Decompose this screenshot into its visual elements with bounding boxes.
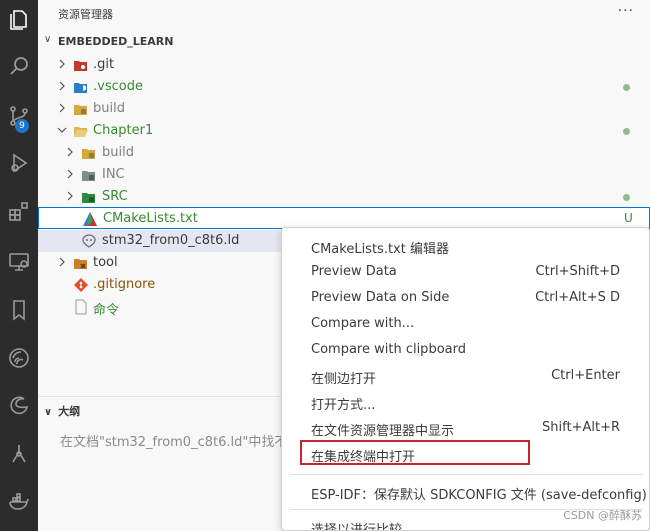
esp-idf-icon[interactable] — [3, 342, 35, 374]
tree-item-label: Chapter1 — [93, 123, 154, 138]
tree-item-label: SRC — [102, 189, 128, 204]
modified-dot — [623, 84, 630, 91]
tree-item-label: build — [102, 145, 134, 160]
menu-item-preview-data[interactable]: Preview Data Ctrl+Shift+D — [282, 259, 649, 285]
menu-item-label: ESP-IDF：保存默认 SDKCONFIG 文件 (save-defconfi… — [311, 488, 647, 503]
chevron-right-icon — [67, 147, 73, 157]
vscode-folder-icon — [74, 83, 87, 93]
menu-item-label: 选择以进行比较 — [311, 523, 403, 531]
explorer-icon[interactable] — [3, 4, 35, 36]
tree-item-label: 命令 — [93, 303, 120, 318]
menu-item-preview-data-side[interactable]: Preview Data on Side Ctrl+Alt+S D — [282, 285, 649, 311]
linker-script-icon — [82, 234, 96, 248]
workspace-root-header[interactable]: ∨ EMBEDDED_LEARN — [38, 32, 650, 52]
tree-item-chapter1[interactable]: Chapter1 — [38, 120, 650, 142]
tree-item-cmakelists[interactable]: CMakeLists.txt U — [38, 207, 650, 229]
tree-item-label: INC — [102, 167, 125, 182]
docker-icon[interactable] — [3, 486, 35, 518]
menu-item-label: Preview Data — [311, 264, 397, 279]
search-icon[interactable] — [3, 50, 35, 82]
source-folder-icon — [82, 193, 95, 203]
chevron-right-icon — [59, 81, 65, 91]
include-folder-icon — [82, 171, 95, 181]
watermark: CSDN @醉酥苏 — [563, 509, 642, 522]
outline-empty-message: 在文档"stm32_from0_c8t6.ld"中找不到 — [60, 435, 301, 450]
git-graph-icon[interactable] — [3, 438, 35, 470]
tree-item-inc[interactable]: INC — [38, 164, 650, 186]
menu-item-reveal-in-explorer[interactable]: 在文件资源管理器中显示 Shift+Alt+R — [282, 415, 649, 441]
menu-item-esp-idf-save-defconfig[interactable]: ESP-IDF：保存默认 SDKCONFIG 文件 (save-defconfi… — [282, 479, 649, 505]
workspace-root-label: EMBEDDED_LEARN — [58, 35, 174, 48]
menu-item-label: 在侧边打开 — [311, 372, 377, 387]
git-icon — [74, 278, 88, 292]
edge-devtools-icon[interactable] — [3, 390, 35, 422]
menu-item-shortcut: Ctrl+Alt+S D — [535, 290, 620, 305]
cmake-icon — [83, 212, 97, 226]
tree-item-vscode[interactable]: .vscode — [38, 76, 650, 98]
menu-item-compare-with[interactable]: Compare with... — [282, 311, 649, 337]
menu-item-label: Compare with... — [311, 316, 415, 331]
menu-item-label: 打开方式... — [311, 398, 376, 413]
build-folder-icon — [74, 105, 87, 115]
menu-item-label: 在文件资源管理器中显示 — [311, 424, 455, 439]
bookmarks-icon[interactable] — [3, 294, 35, 326]
untracked-status: U — [624, 211, 633, 225]
chevron-down-icon — [57, 127, 67, 133]
menu-item-shortcut: Ctrl+Enter — [551, 368, 620, 383]
chevron-right-icon — [59, 59, 65, 69]
extensions-icon[interactable] — [3, 196, 35, 228]
tree-item-label: .gitignore — [93, 277, 156, 292]
tree-item-label: CMakeLists.txt — [103, 211, 198, 226]
chevron-right-icon — [67, 191, 73, 201]
outline-title: 大纲 — [58, 405, 81, 418]
outline-header[interactable]: ∨ 大纲 — [44, 403, 80, 419]
tree-item-src[interactable]: SRC — [38, 186, 650, 208]
menu-item-label: Preview Data on Side — [311, 290, 450, 305]
build-folder-icon — [82, 149, 95, 159]
tree-item-label: build — [93, 101, 125, 116]
file-icon — [75, 299, 87, 315]
menu-item-compare-clipboard[interactable]: Compare with clipboard — [282, 337, 649, 363]
tree-item-git[interactable]: .git — [38, 54, 650, 76]
menu-item-label: CMakeLists.txt 编辑器 — [311, 242, 449, 257]
tool-folder-icon — [74, 259, 87, 269]
tree-item-label: stm32_from0_c8t6.ld — [102, 233, 240, 248]
menu-item-open-to-side[interactable]: 在侧边打开 Ctrl+Enter — [282, 363, 649, 389]
tree-item-label: tool — [93, 255, 118, 270]
highlight-annotation-box — [300, 440, 530, 465]
run-debug-icon[interactable] — [3, 147, 35, 179]
chevron-right-icon — [59, 257, 65, 267]
folder-open-icon — [74, 127, 88, 137]
activity-bar: 9 — [0, 0, 38, 531]
chevron-right-icon — [67, 169, 73, 179]
chevron-down-icon: ∨ — [44, 407, 53, 418]
tree-item-chapter1-build[interactable]: build — [38, 142, 650, 164]
menu-item-shortcut: Ctrl+Shift+D — [535, 264, 620, 279]
menu-item-open-with[interactable]: 打开方式... — [282, 389, 649, 415]
menu-item-label: Compare with clipboard — [311, 342, 466, 357]
menu-item-shortcut: Shift+Alt+R — [542, 420, 620, 435]
modified-dot — [623, 128, 630, 135]
menu-item-cmake-editor[interactable]: CMakeLists.txt 编辑器 — [282, 233, 649, 259]
tree-item-label: .git — [93, 57, 115, 72]
modified-dot — [623, 194, 630, 201]
context-menu: CMakeLists.txt 编辑器 Preview Data Ctrl+Shi… — [281, 227, 650, 531]
menu-separator — [290, 474, 643, 475]
more-actions-icon[interactable]: ··· — [618, 3, 634, 19]
tree-item-label: .vscode — [93, 79, 143, 94]
remote-explorer-icon[interactable] — [3, 246, 35, 278]
chevron-down-icon: ∨ — [44, 34, 52, 45]
git-folder-icon — [74, 61, 87, 71]
tree-item-build[interactable]: build — [38, 98, 650, 120]
scm-badge: 9 — [15, 119, 29, 133]
explorer-title: 资源管理器 — [58, 8, 113, 21]
chevron-right-icon — [59, 103, 65, 113]
